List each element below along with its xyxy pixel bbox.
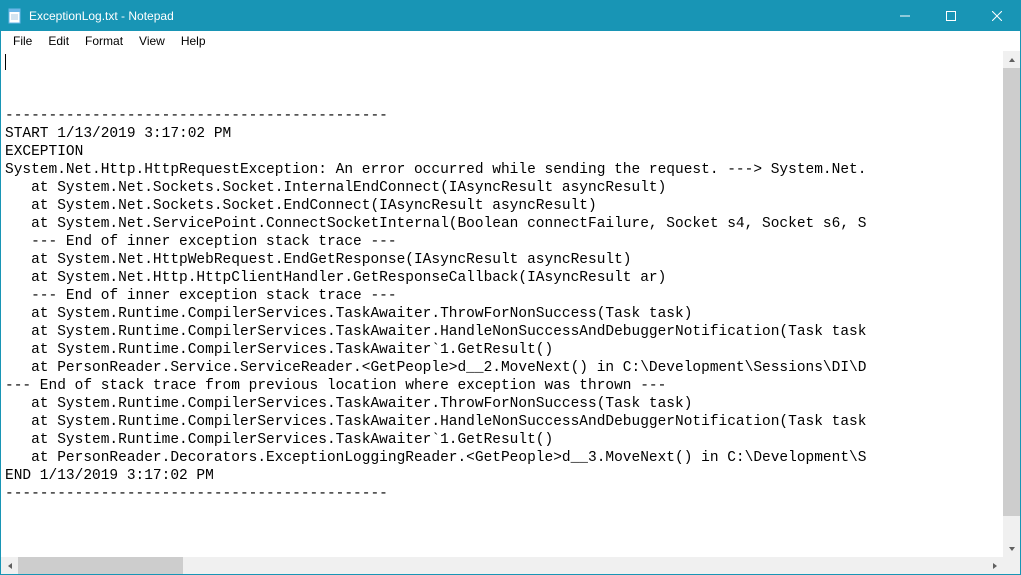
text-line: at System.Net.ServicePoint.ConnectSocket… bbox=[5, 215, 999, 233]
maximize-button[interactable] bbox=[928, 1, 974, 31]
minimize-button[interactable] bbox=[882, 1, 928, 31]
text-line: at PersonReader.Decorators.ExceptionLogg… bbox=[5, 449, 999, 467]
menu-file[interactable]: File bbox=[5, 32, 40, 50]
text-line: at System.Runtime.CompilerServices.TaskA… bbox=[5, 413, 999, 431]
text-line: at System.Runtime.CompilerServices.TaskA… bbox=[5, 341, 999, 359]
scroll-right-button[interactable] bbox=[986, 557, 1003, 574]
text-line: --- End of inner exception stack trace -… bbox=[5, 287, 999, 305]
text-line: at System.Net.Sockets.Socket.EndConnect(… bbox=[5, 197, 999, 215]
text-line: at System.Net.Http.HttpClientHandler.Get… bbox=[5, 269, 999, 287]
scrollbar-corner bbox=[1003, 557, 1020, 574]
text-editor[interactable]: ----------------------------------------… bbox=[1, 51, 1003, 557]
vertical-scroll-thumb[interactable] bbox=[1003, 68, 1020, 516]
text-line: --- End of inner exception stack trace -… bbox=[5, 233, 999, 251]
menu-help[interactable]: Help bbox=[173, 32, 214, 50]
text-caret bbox=[5, 54, 6, 70]
text-line: at System.Runtime.CompilerServices.TaskA… bbox=[5, 305, 999, 323]
window-title: ExceptionLog.txt - Notepad bbox=[29, 9, 882, 23]
text-line: at System.Net.HttpWebRequest.EndGetRespo… bbox=[5, 251, 999, 269]
text-line: at System.Runtime.CompilerServices.TaskA… bbox=[5, 395, 999, 413]
horizontal-scrollbar[interactable] bbox=[1, 557, 1003, 574]
menu-format[interactable]: Format bbox=[77, 32, 131, 50]
text-line: at System.Runtime.CompilerServices.TaskA… bbox=[5, 431, 999, 449]
text-line: at System.Net.Sockets.Socket.InternalEnd… bbox=[5, 179, 999, 197]
text-line: at PersonReader.Service.ServiceReader.<G… bbox=[5, 359, 999, 377]
vertical-scrollbar[interactable] bbox=[1003, 51, 1020, 557]
text-line: END 1/13/2019 3:17:02 PM bbox=[5, 467, 999, 485]
text-line: at System.Runtime.CompilerServices.TaskA… bbox=[5, 323, 999, 341]
close-button[interactable] bbox=[974, 1, 1020, 31]
scroll-down-button[interactable] bbox=[1003, 540, 1020, 557]
text-line: EXCEPTION bbox=[5, 143, 999, 161]
text-line: ----------------------------------------… bbox=[5, 485, 999, 503]
horizontal-scroll-thumb[interactable] bbox=[18, 557, 183, 574]
text-line: START 1/13/2019 3:17:02 PM bbox=[5, 125, 999, 143]
titlebar[interactable]: ExceptionLog.txt - Notepad bbox=[1, 1, 1020, 31]
editor-wrap: ----------------------------------------… bbox=[1, 51, 1020, 574]
menu-view[interactable]: View bbox=[131, 32, 173, 50]
horizontal-scroll-track[interactable] bbox=[18, 557, 986, 574]
notepad-icon bbox=[7, 8, 23, 24]
scroll-left-button[interactable] bbox=[1, 557, 18, 574]
vertical-scroll-track[interactable] bbox=[1003, 68, 1020, 540]
scroll-up-button[interactable] bbox=[1003, 51, 1020, 68]
window-controls bbox=[882, 1, 1020, 31]
menu-edit[interactable]: Edit bbox=[40, 32, 77, 50]
text-line: --- End of stack trace from previous loc… bbox=[5, 377, 999, 395]
text-line: System.Net.Http.HttpRequestException: An… bbox=[5, 161, 999, 179]
text-line: ----------------------------------------… bbox=[5, 107, 999, 125]
menubar: File Edit Format View Help bbox=[1, 31, 1020, 51]
